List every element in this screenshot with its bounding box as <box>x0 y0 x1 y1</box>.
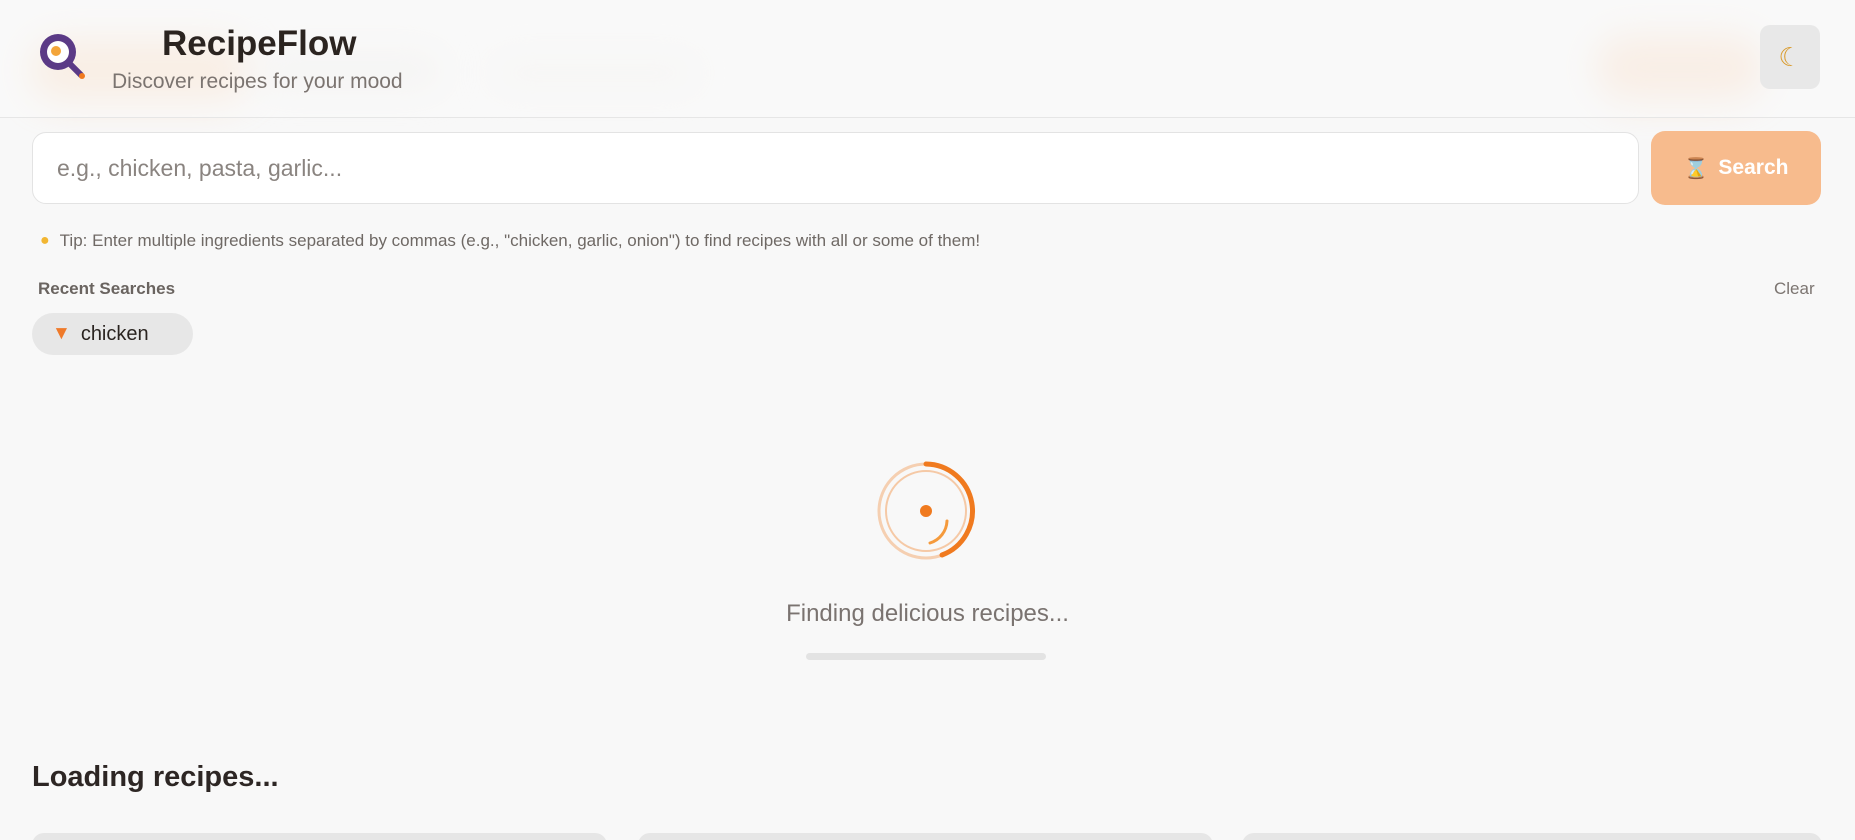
recent-searches-label: Recent Searches <box>38 279 176 298</box>
app-title: RecipeFlow <box>162 24 357 63</box>
app-header: RecipeFlow Discover recipes for your moo… <box>0 0 1855 118</box>
app-subtitle: Discover recipes for your mood <box>112 70 403 93</box>
search-button-label: Search <box>1718 156 1789 179</box>
recipe-card-skeleton <box>1242 833 1822 840</box>
search-tip: ● Tip: Enter multiple ingredients separa… <box>40 231 980 251</box>
carrot-icon: ▼ <box>52 323 71 344</box>
clear-recent-button[interactable]: Clear <box>1774 279 1815 299</box>
tip-text: Tip: Enter multiple ingredients separate… <box>59 231 981 250</box>
results-heading: Loading recipes... <box>32 761 279 793</box>
chip-label: chicken <box>80 322 149 345</box>
loading-message: Finding delicious recipes... <box>786 600 1069 627</box>
search-button[interactable]: ⌛ Search <box>1651 131 1821 205</box>
ingredient-search-input[interactable] <box>32 132 1639 204</box>
theme-toggle-button[interactable]: ☾ <box>1760 25 1820 89</box>
loading-spinner <box>877 461 975 560</box>
hourglass-icon: ⌛ <box>1683 157 1709 180</box>
crescent-moon-icon: ☾ <box>1778 41 1802 72</box>
loading-progress-bar <box>806 653 1046 660</box>
frying-pan-egg-icon <box>40 34 85 79</box>
recipe-card-skeleton <box>32 833 607 840</box>
lightbulb-icon: ● <box>40 232 50 249</box>
recent-search-chip[interactable]: ▼ chicken <box>32 313 193 355</box>
recipe-card-skeleton <box>638 833 1213 840</box>
